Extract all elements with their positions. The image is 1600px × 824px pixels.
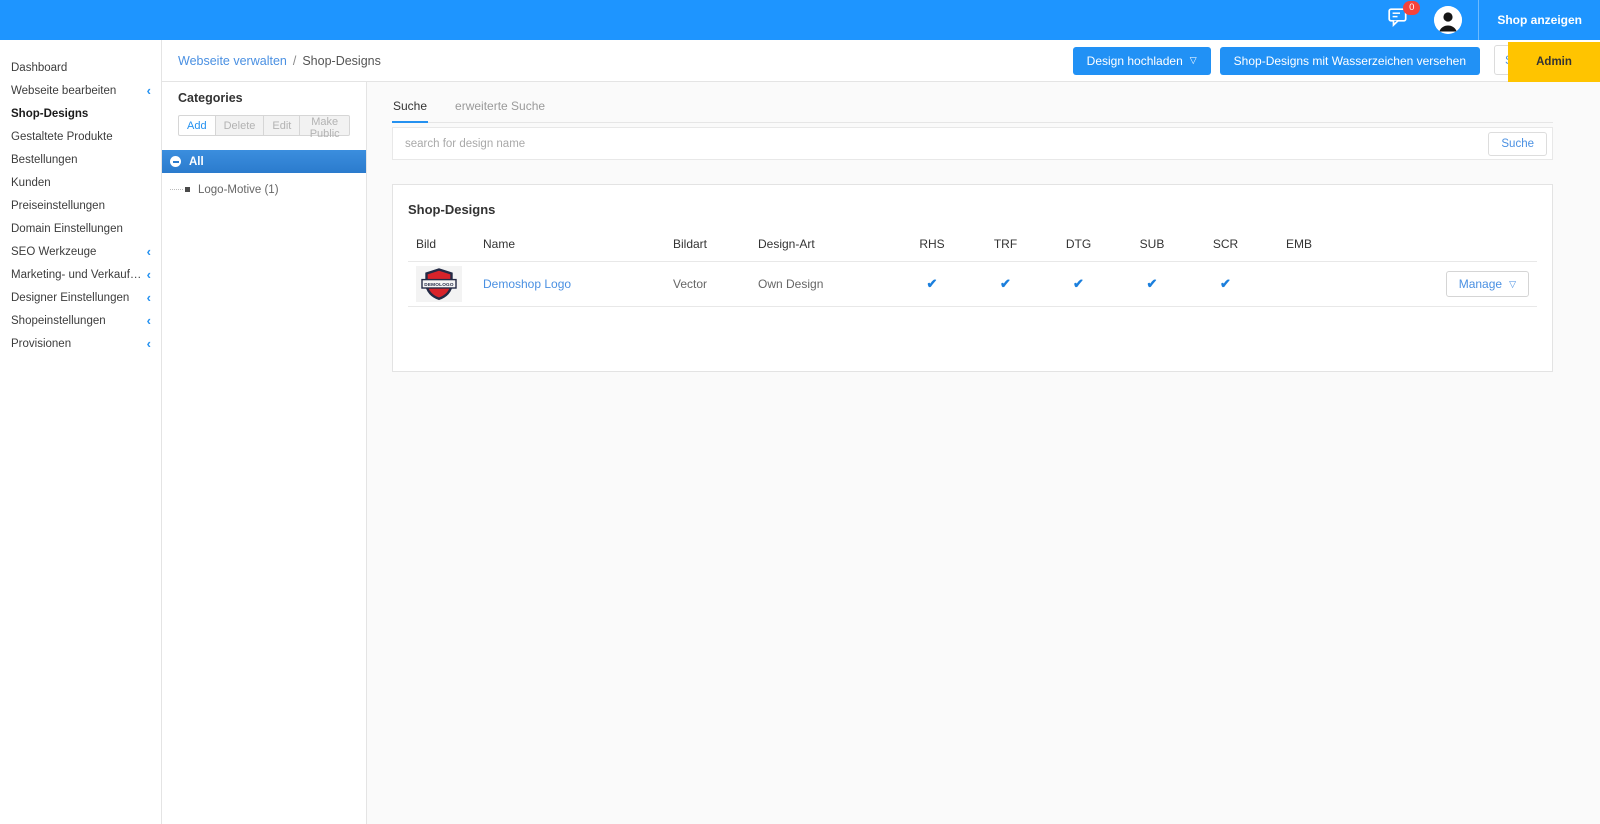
chevron-left-icon: ‹ <box>147 314 151 327</box>
col-sub: SUB <box>1115 229 1189 262</box>
chevron-left-icon: ‹ <box>147 268 151 281</box>
shop-anzeigen-button[interactable]: Shop anzeigen <box>1479 0 1600 40</box>
col-emb: EMB <box>1262 229 1336 262</box>
chevron-left-icon: ‹ <box>147 245 151 258</box>
topbar: 0 Shop anzeigen <box>0 0 1600 40</box>
chevron-down-icon: ▽ <box>1190 56 1197 65</box>
check-icon-sub: ✔ <box>1147 276 1158 291</box>
table-title: Shop-Designs <box>408 202 1537 217</box>
shop-designs-panel: Shop-Designs Bild Name Bildart <box>392 184 1553 372</box>
breadcrumb: Webseite verwalten / Shop-Designs <box>178 54 381 68</box>
category-tree-item-logo-motive[interactable]: Logo-Motive (1) <box>162 178 366 201</box>
category-edit-button[interactable]: Edit <box>264 115 300 136</box>
table-row: DEMOLOGO Demoshop Logo Vector Own Design… <box>408 262 1537 307</box>
categories-panel: Categories Add Delete Edit Make Public A… <box>162 82 367 824</box>
main-content: Suche erweiterte Suche Suche Shop-Design… <box>367 82 1600 824</box>
sidebar-item-webseite-bearbeiten[interactable]: Webseite bearbeiten‹ <box>0 79 161 102</box>
design-name-link[interactable]: Demoshop Logo <box>483 277 571 291</box>
breadcrumb-parent-link[interactable]: Webseite verwalten <box>178 54 287 68</box>
sidebar: Dashboard Webseite bearbeiten‹ Shop-Desi… <box>0 40 162 824</box>
tab-suche[interactable]: Suche <box>392 95 428 123</box>
col-dtg: DTG <box>1042 229 1115 262</box>
sidebar-item-kunden[interactable]: Kunden <box>0 171 161 194</box>
chevron-left-icon: ‹ <box>147 291 151 304</box>
page-header: Webseite verwalten / Shop-Designs Design… <box>162 40 1600 82</box>
tab-erweiterte-suche[interactable]: erweiterte Suche <box>454 95 546 122</box>
col-name: Name <box>475 229 665 262</box>
messages-button[interactable]: 0 <box>1388 8 1408 32</box>
check-icon-trf: ✔ <box>1000 276 1011 291</box>
search-input[interactable] <box>393 138 1488 150</box>
col-bildart: Bildart <box>665 229 750 262</box>
sidebar-item-preiseinstellungen[interactable]: Preiseinstellungen <box>0 194 161 217</box>
sidebar-item-seo-werkzeuge[interactable]: SEO Werkzeuge‹ <box>0 240 161 263</box>
chevron-left-icon: ‹ <box>147 84 151 97</box>
col-scr: SCR <box>1189 229 1262 262</box>
check-icon-scr: ✔ <box>1220 276 1231 291</box>
admin-tab[interactable]: Admin <box>1508 42 1600 82</box>
sidebar-item-bestellungen[interactable]: Bestellungen <box>0 148 161 171</box>
check-icon-dtg: ✔ <box>1073 276 1084 291</box>
breadcrumb-separator: / <box>293 54 296 68</box>
tree-bullet-icon <box>185 187 190 192</box>
col-actions <box>1336 229 1537 262</box>
sidebar-item-dashboard[interactable]: Dashboard <box>0 56 161 79</box>
categories-title: Categories <box>162 91 366 105</box>
sidebar-item-shopeinstellungen[interactable]: Shopeinstellungen‹ <box>0 309 161 332</box>
tree-connector <box>170 189 183 190</box>
category-add-button[interactable]: Add <box>178 115 216 136</box>
user-avatar[interactable] <box>1434 6 1462 34</box>
search-tabs: Suche erweiterte Suche <box>392 95 1553 123</box>
check-icon-rhs: ✔ <box>927 276 938 291</box>
sidebar-item-domain-einstellungen[interactable]: Domain Einstellungen <box>0 217 161 240</box>
col-rhs: RHS <box>895 229 969 262</box>
sidebar-item-shop-designs[interactable]: Shop-Designs <box>0 102 161 125</box>
manage-button[interactable]: Manage ▽ <box>1446 271 1529 297</box>
col-trf: TRF <box>969 229 1042 262</box>
chevron-left-icon: ‹ <box>147 337 151 350</box>
sidebar-item-gestaltete-produkte[interactable]: Gestaltete Produkte <box>0 125 161 148</box>
design-image-cell: DEMOLOGO <box>408 262 475 307</box>
categories-actions: Add Delete Edit Make Public <box>162 115 366 136</box>
shop-designs-table: Bild Name Bildart Design-Art RHS TRF DTG… <box>408 229 1537 307</box>
chevron-down-icon: ▽ <box>1509 280 1516 289</box>
watermark-button[interactable]: Shop-Designs mit Wasserzeichen versehen <box>1220 47 1480 75</box>
sidebar-item-designer-einstellungen[interactable]: Designer Einstellungen‹ <box>0 286 161 309</box>
design-thumbnail[interactable]: DEMOLOGO <box>416 266 462 302</box>
notification-badge: 0 <box>1403 1 1420 15</box>
sidebar-item-marketing[interactable]: Marketing- und Verkaufswer…‹ <box>0 263 161 286</box>
col-design-art: Design-Art <box>750 229 895 262</box>
message-bubble-icon <box>1388 14 1408 31</box>
search-submit-button[interactable]: Suche <box>1488 132 1547 156</box>
collapse-minus-icon[interactable] <box>170 156 181 167</box>
breadcrumb-current: Shop-Designs <box>302 54 381 68</box>
table-header-row: Bild Name Bildart Design-Art RHS TRF DTG… <box>408 229 1537 262</box>
design-hochladen-button[interactable]: Design hochladen ▽ <box>1073 47 1211 75</box>
svg-text:DEMOLOGO: DEMOLOGO <box>424 282 454 287</box>
category-tree-root-all[interactable]: All <box>162 150 366 173</box>
category-delete-button[interactable]: Delete <box>216 115 265 136</box>
bildart-value: Vector <box>665 262 750 307</box>
design-art-value: Own Design <box>750 262 895 307</box>
col-bild: Bild <box>408 229 475 262</box>
search-bar: Suche <box>392 127 1553 160</box>
category-make-public-button[interactable]: Make Public <box>300 115 350 136</box>
sidebar-item-provisionen[interactable]: Provisionen‹ <box>0 332 161 355</box>
